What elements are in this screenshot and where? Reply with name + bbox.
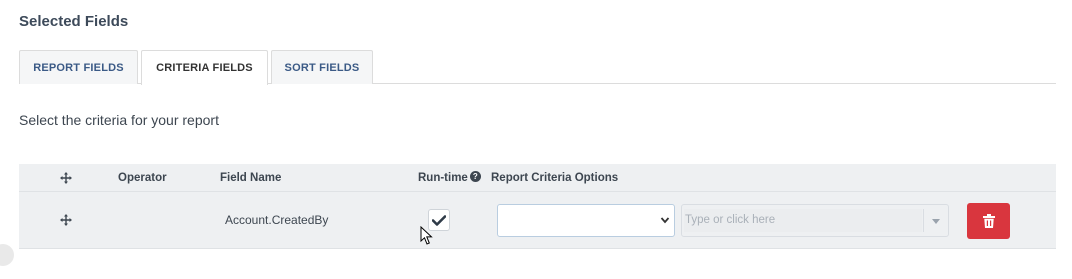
delete-criteria-button[interactable] [967, 203, 1010, 239]
tab-sort-fields[interactable]: SORT FIELDS [271, 50, 373, 84]
help-icon[interactable]: ? [469, 171, 481, 183]
drag-handle-icon[interactable] [60, 214, 72, 226]
mouse-cursor-icon [420, 226, 433, 245]
criteria-grid: Operator Field Name Run-time? Report Cri… [19, 164, 1056, 250]
criteria-value-combobox[interactable]: Type or click here [681, 204, 949, 237]
trash-icon [982, 214, 995, 228]
header-field-name: Field Name [220, 172, 282, 184]
field-tabs: REPORT FIELDS CRITERIA FIELDS SORT FIELD… [19, 50, 1056, 85]
field-name-cell: Account.CreatedBy [225, 213, 329, 227]
criteria-option-select[interactable] [497, 204, 675, 237]
tab-criteria-fields[interactable]: CRITERIA FIELDS [141, 50, 268, 85]
corner-decoration [0, 244, 14, 266]
grid-header: Operator Field Name Run-time? Report Cri… [19, 164, 1056, 192]
section-title: Selected Fields [19, 13, 129, 30]
tab-report-fields[interactable]: REPORT FIELDS [19, 50, 138, 84]
combobox-divider [923, 209, 924, 232]
criteria-value-input[interactable]: Type or click here [684, 209, 922, 232]
instruction-text: Select the criteria for your report [19, 112, 219, 128]
header-run-time: Run-time? [418, 164, 481, 192]
chevron-down-icon [660, 217, 670, 224]
check-icon [432, 214, 446, 226]
header-operator: Operator [118, 172, 167, 184]
caret-down-icon[interactable] [932, 219, 940, 224]
move-icon [60, 172, 72, 184]
table-row: Account.CreatedBy Type or click here [19, 192, 1056, 249]
header-report-criteria-options: Report Criteria Options [491, 172, 619, 184]
header-run-time-label: Run-time [418, 172, 468, 184]
